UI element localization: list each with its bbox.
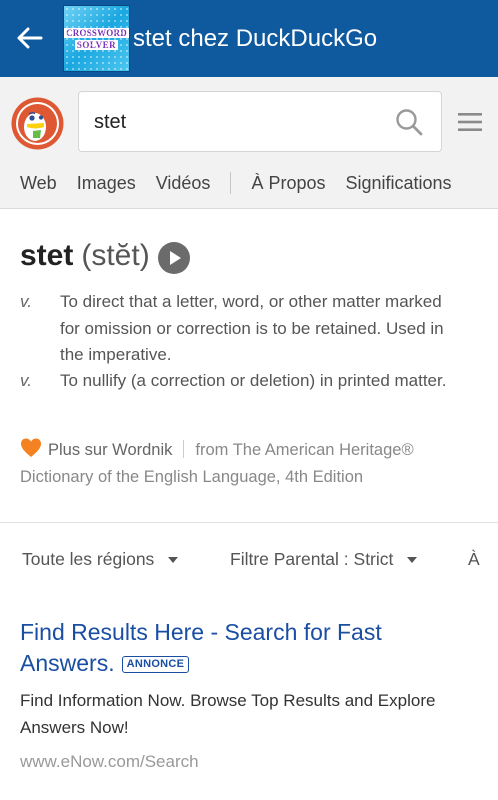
crossword-solver-icon: CROSSWORD SOLVER bbox=[63, 5, 130, 72]
tab-a-propos[interactable]: À Propos bbox=[251, 173, 325, 194]
tab-divider bbox=[230, 172, 232, 194]
time-filter-label: À bbox=[468, 549, 480, 569]
safe-search-filter-label: Filtre Parental : Strict bbox=[230, 549, 394, 569]
pronunciation: (stĕt) bbox=[81, 239, 150, 272]
play-audio-icon[interactable] bbox=[157, 242, 190, 274]
region-filter[interactable]: Toute les régions bbox=[22, 549, 179, 570]
definition-word: stet bbox=[20, 239, 74, 272]
duckduckgo-logo[interactable] bbox=[11, 97, 64, 150]
tab-images[interactable]: Images bbox=[77, 173, 136, 194]
time-filter[interactable]: À bbox=[468, 549, 480, 570]
search-result: Find Results Here - Search for Fast Answ… bbox=[20, 617, 480, 772]
tab-videos[interactable]: Vidéos bbox=[156, 173, 211, 194]
page-title: stet chez DuckDuckGo bbox=[133, 25, 378, 52]
result-title-link[interactable]: Find Results Here - Search for Fast Answ… bbox=[20, 619, 382, 676]
result-url[interactable]: www.eNow.com/Search bbox=[20, 752, 480, 772]
result-title-block: Find Results Here - Search for Fast Answ… bbox=[20, 617, 480, 679]
tab-significations[interactable]: Significations bbox=[345, 173, 451, 194]
hamburger-menu-icon[interactable] bbox=[458, 112, 482, 132]
back-arrow-icon[interactable] bbox=[14, 22, 46, 54]
tab-web[interactable]: Web bbox=[20, 173, 57, 194]
definition-source: Plus sur Wordnik from The American Herita… bbox=[20, 437, 478, 490]
search-input[interactable] bbox=[94, 108, 384, 136]
chevron-down-icon bbox=[407, 556, 418, 563]
sense-text: To nullify (a correction or deletion) in… bbox=[60, 371, 447, 390]
definition-sense: v. To nullify (a correction or deletion)… bbox=[20, 368, 480, 395]
search-header: Web Images Vidéos À Propos Signification… bbox=[0, 77, 498, 209]
wordnik-heart-icon bbox=[20, 437, 42, 459]
chevron-down-icon bbox=[168, 556, 179, 563]
search-tabs: Web Images Vidéos À Propos Signification… bbox=[20, 171, 472, 195]
app-bar: CROSSWORD SOLVER stet chez DuckDuckGo bbox=[0, 0, 498, 77]
wordnik-link[interactable]: Plus sur Wordnik bbox=[48, 441, 172, 459]
part-of-speech: v. bbox=[20, 371, 32, 390]
definition-sense: v. To direct that a letter, word, or oth… bbox=[20, 289, 480, 369]
definition-heading: stet (stĕt) bbox=[20, 238, 190, 274]
search-icon[interactable] bbox=[395, 108, 423, 136]
ad-badge: ANNONCE bbox=[121, 656, 190, 673]
region-filter-label: Toute les régions bbox=[22, 549, 155, 569]
sense-text: To direct that a letter, word, or other … bbox=[60, 292, 444, 364]
safe-search-filter[interactable]: Filtre Parental : Strict bbox=[230, 549, 418, 570]
part-of-speech: v. bbox=[20, 292, 32, 311]
search-box bbox=[78, 91, 442, 152]
result-snippet: Find Information Now. Browse Top Results… bbox=[20, 691, 436, 737]
source-divider bbox=[183, 440, 185, 458]
definition-panel: stet (stĕt) v. To direct that a letter, … bbox=[0, 209, 498, 523]
